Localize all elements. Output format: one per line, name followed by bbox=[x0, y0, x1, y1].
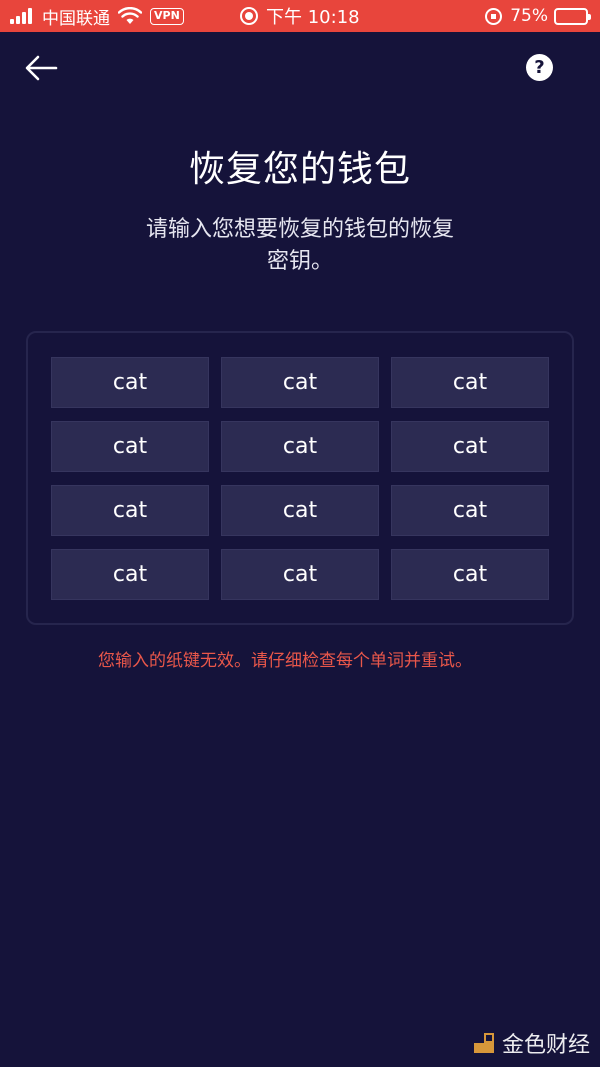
page-subtitle: 请输入您想要恢复的钱包的恢复 密钥。 bbox=[110, 214, 490, 278]
page-title: 恢复您的钱包 bbox=[188, 149, 411, 190]
word-input-8[interactable]: cat bbox=[221, 485, 379, 536]
subtitle-line-2: 密钥。 bbox=[266, 249, 333, 274]
word-input-7[interactable]: cat bbox=[51, 485, 209, 536]
battery-icon bbox=[554, 7, 591, 25]
word-input-5[interactable]: cat bbox=[221, 421, 379, 472]
arrow-left-icon bbox=[25, 55, 58, 81]
screen-record-icon bbox=[240, 7, 258, 25]
word-input-4[interactable]: cat bbox=[51, 421, 209, 472]
rotation-lock-icon bbox=[485, 7, 503, 25]
vpn-badge: VPN bbox=[150, 7, 184, 25]
back-button[interactable] bbox=[22, 52, 62, 84]
recovery-words-panel: cat cat cat cat cat cat cat cat cat cat … bbox=[26, 331, 574, 625]
watermark-logo-icon bbox=[473, 1033, 494, 1053]
question-mark-icon: ? bbox=[534, 57, 545, 78]
subtitle-line-1: 请输入您想要恢复的钱包的恢复 bbox=[145, 217, 454, 242]
wifi-icon bbox=[118, 7, 142, 24]
word-input-6[interactable]: cat bbox=[391, 421, 549, 472]
battery-percent: 75% bbox=[510, 6, 548, 26]
word-input-9[interactable]: cat bbox=[391, 485, 549, 536]
word-input-11[interactable]: cat bbox=[221, 549, 379, 600]
word-input-1[interactable]: cat bbox=[51, 357, 209, 408]
status-bar: 中国联通 VPN 下午 10:18 75% bbox=[0, 0, 600, 32]
word-input-3[interactable]: cat bbox=[391, 357, 549, 408]
help-button[interactable]: ? bbox=[526, 54, 553, 81]
word-input-2[interactable]: cat bbox=[221, 357, 379, 408]
error-message: 您输入的纸键无效。请仔细检查每个单词并重试。 bbox=[98, 651, 472, 671]
signal-icon bbox=[10, 8, 34, 24]
clock: 下午 10:18 bbox=[266, 7, 360, 28]
word-input-10[interactable]: cat bbox=[51, 549, 209, 600]
recovery-words-grid: cat cat cat cat cat cat cat cat cat cat … bbox=[51, 357, 549, 600]
watermark-text: 金色财经 bbox=[501, 1033, 590, 1058]
watermark: 金色财经 bbox=[472, 1027, 590, 1059]
carrier-name: 中国联通 bbox=[42, 8, 110, 29]
word-input-12[interactable]: cat bbox=[391, 549, 549, 600]
